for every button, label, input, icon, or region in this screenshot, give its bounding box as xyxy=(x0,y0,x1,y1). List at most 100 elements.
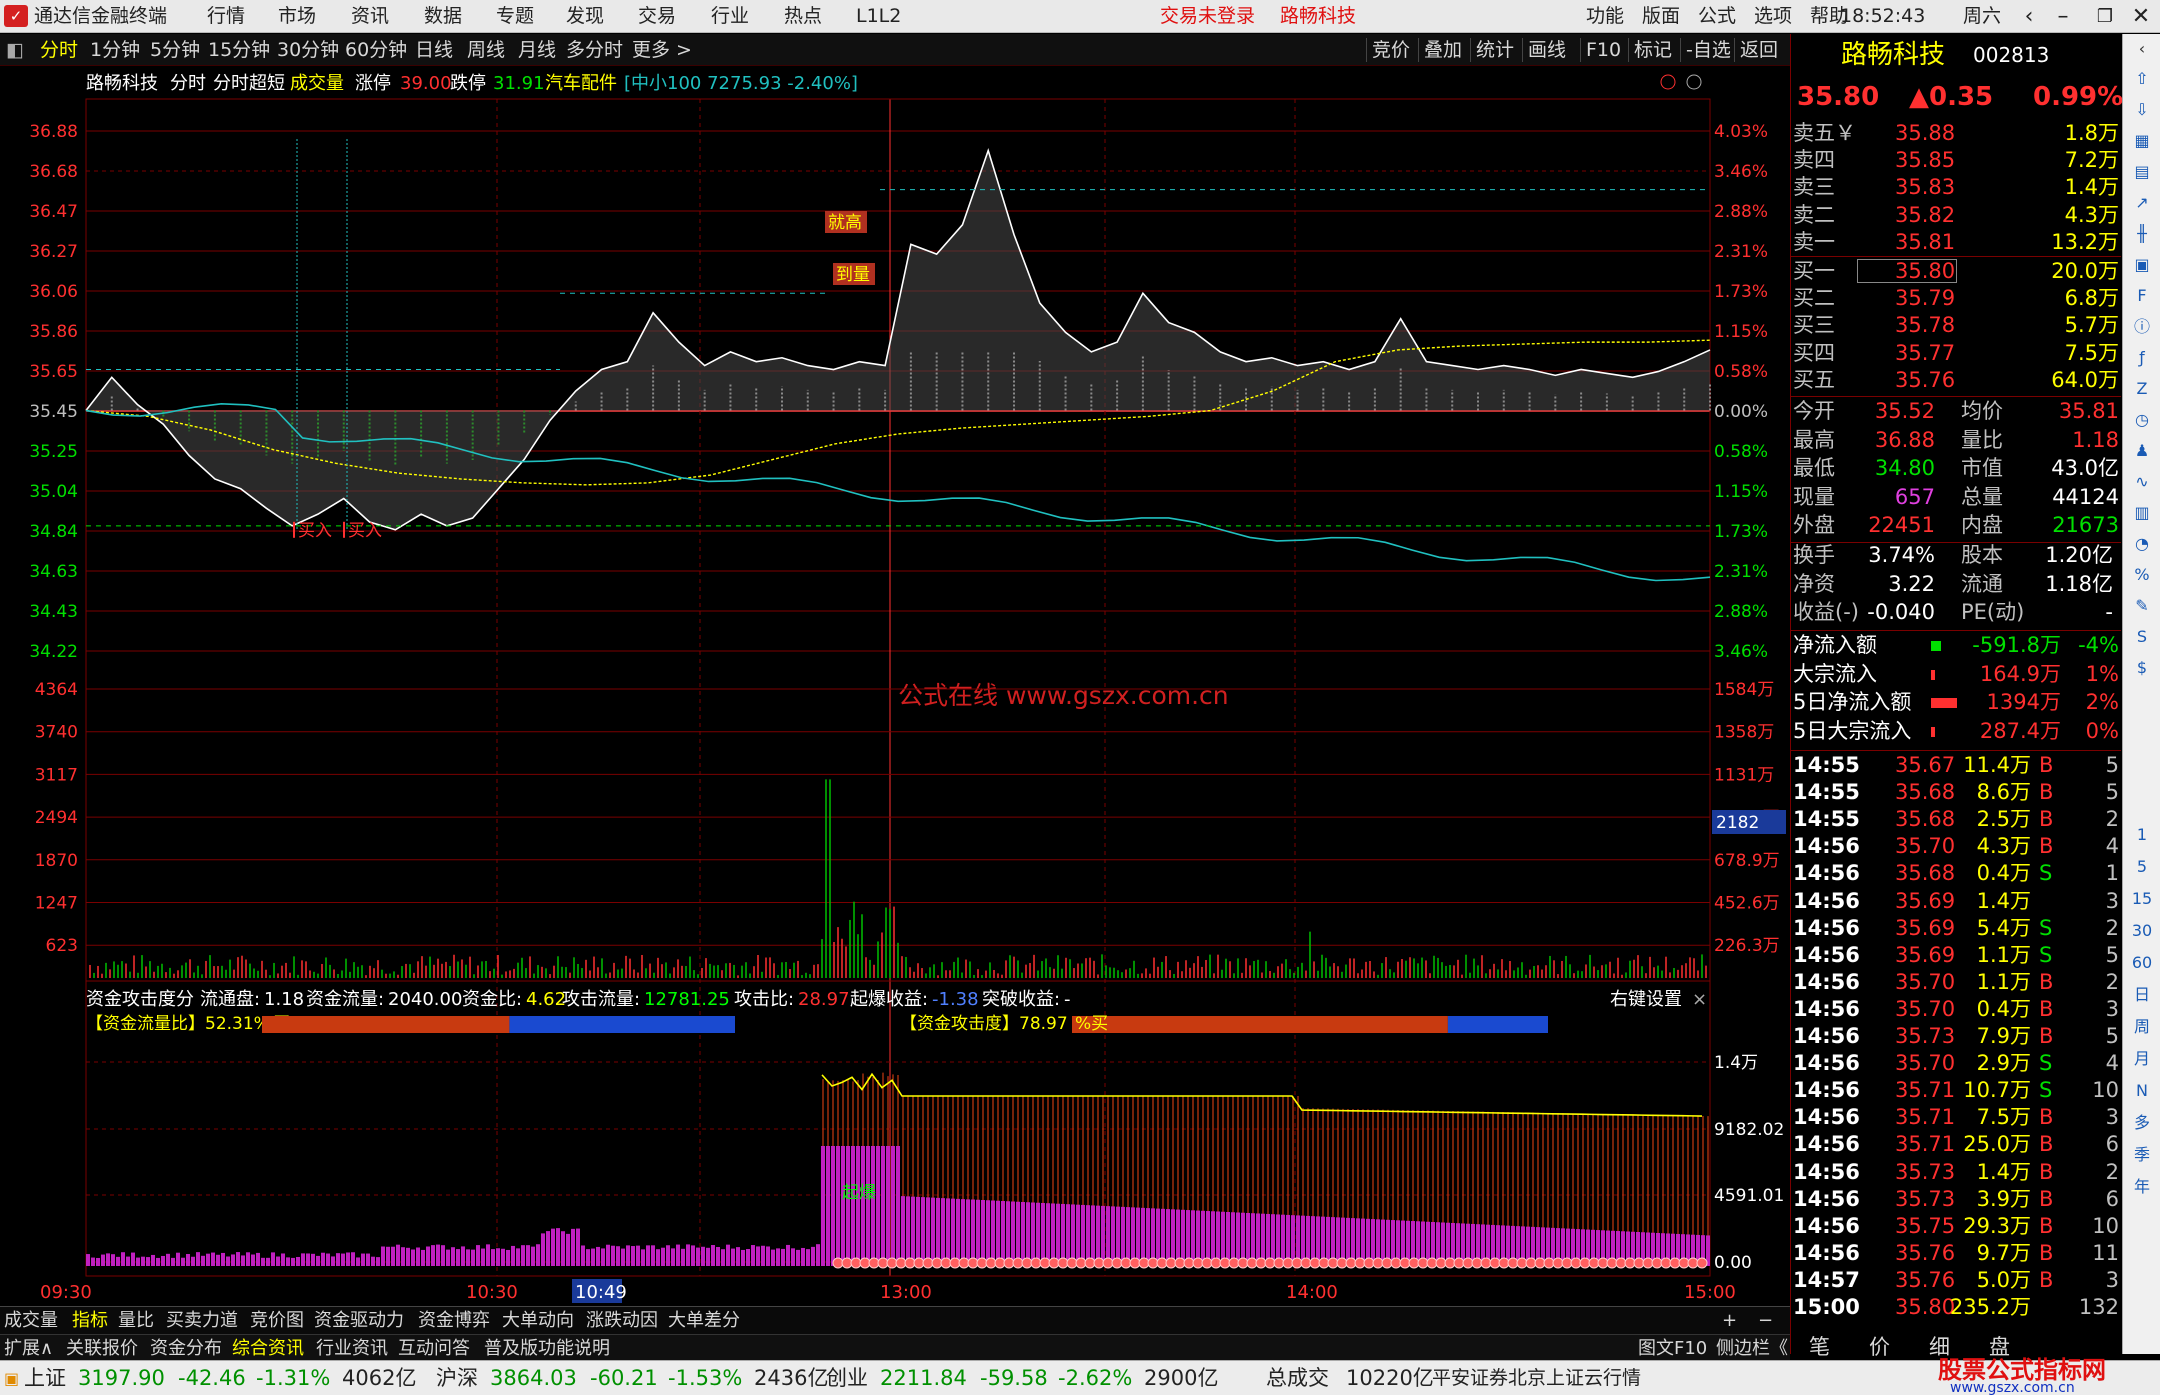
indicator-tab-7[interactable]: 大单动向 xyxy=(502,1307,574,1334)
menu-7[interactable]: 行业 xyxy=(711,0,749,33)
toolbar-btn-4[interactable]: F10 xyxy=(1586,34,1621,66)
toolbar-btn-0[interactable]: 竞价 xyxy=(1372,34,1410,66)
indicator-tab-2[interactable]: 量比 xyxy=(118,1307,154,1334)
indicator-tab-6[interactable]: 资金博弈 xyxy=(418,1307,490,1334)
side-period-10[interactable]: 季 xyxy=(2129,1144,2155,1166)
side-period-5[interactable]: 日 xyxy=(2129,984,2155,1006)
timeframe-10[interactable]: 更多 > xyxy=(632,34,692,66)
toolbar-btn-7[interactable]: 返回 xyxy=(1740,34,1778,66)
bar-icon[interactable]: ▥ xyxy=(2129,502,2155,524)
clock-icon[interactable]: ◷ xyxy=(2129,409,2155,431)
indicator-tab-4[interactable]: 竞价图 xyxy=(250,1307,304,1334)
side-period-7[interactable]: 月 xyxy=(2129,1048,2155,1070)
login-status[interactable]: 交易未登录 xyxy=(1160,0,1255,33)
side-period-11[interactable]: 年 xyxy=(2129,1176,2155,1198)
side-period-6[interactable]: 周 xyxy=(2129,1016,2155,1038)
ext-tab-1[interactable]: 关联报价 xyxy=(66,1335,138,1362)
timeframe-5[interactable]: 60分钟 xyxy=(345,34,407,66)
ask-price[interactable]: 35.83 xyxy=(1895,174,1955,201)
indicator-tab-3[interactable]: 买卖力道 xyxy=(166,1307,238,1334)
right-menu-0[interactable]: 功能 xyxy=(1586,0,1624,33)
menu-0[interactable]: 行情 xyxy=(207,0,245,33)
remove-panel-button[interactable]: − xyxy=(1758,1307,1773,1334)
panel-back-icon[interactable]: ‹ xyxy=(2129,38,2155,60)
kline-icon[interactable]: ╫ xyxy=(2129,223,2155,245)
right-menu-1[interactable]: 版面 xyxy=(1642,0,1680,33)
bid-price[interactable]: 35.80 xyxy=(1895,258,1955,285)
ask-price[interactable]: 35.82 xyxy=(1895,202,1955,229)
chart-icon[interactable]: ▦ xyxy=(2129,130,2155,152)
grid-icon[interactable]: ▤ xyxy=(2129,161,2155,183)
menu-3[interactable]: 数据 xyxy=(424,0,462,33)
side-period-3[interactable]: 30 xyxy=(2129,920,2155,942)
ext-tab-3[interactable]: 综合资讯 xyxy=(232,1335,304,1362)
side-period-9[interactable]: 多 xyxy=(2129,1112,2155,1134)
toolbar-btn-1[interactable]: 叠加 xyxy=(1424,34,1462,66)
trend-icon[interactable]: ↗ xyxy=(2129,192,2155,214)
ask-price[interactable]: 35.88 xyxy=(1895,120,1955,147)
right-menu-4[interactable]: 帮助 xyxy=(1810,0,1848,33)
side-period-1[interactable]: 5 xyxy=(2129,856,2155,878)
settings-link[interactable]: 右键设置 xyxy=(1610,989,1682,1010)
menu-4[interactable]: 专题 xyxy=(496,0,534,33)
indicator-tab-9[interactable]: 大单差分 xyxy=(668,1307,740,1334)
f10-icon[interactable]: F xyxy=(2129,285,2155,307)
toolbar-btn-6[interactable]: -自选 xyxy=(1686,34,1731,66)
menu-9[interactable]: L1L2 xyxy=(856,0,901,33)
indicator-tab-0[interactable]: 成交量 xyxy=(4,1307,58,1334)
info-icon[interactable]: ⓘ xyxy=(2129,316,2155,338)
quote-tab-0[interactable]: 笔 xyxy=(1801,1334,1851,1361)
ask-price[interactable]: 35.85 xyxy=(1895,147,1955,174)
status-box-icon[interactable]: ▣ xyxy=(4,1361,19,1395)
right-menu-2[interactable]: 公式 xyxy=(1698,0,1736,33)
menu-1[interactable]: 市场 xyxy=(278,0,316,33)
timeframe-2[interactable]: 5分钟 xyxy=(150,34,200,66)
side-period-2[interactable]: 15 xyxy=(2129,888,2155,910)
toolbar-btn-3[interactable]: 画线 xyxy=(1528,34,1566,66)
timeframe-1[interactable]: 1分钟 xyxy=(90,34,140,66)
bid-price[interactable]: 35.78 xyxy=(1895,312,1955,339)
ext-tab-6[interactable]: 普及版功能说明 xyxy=(484,1335,610,1362)
pen-icon[interactable]: ✎ xyxy=(2129,595,2155,617)
indicator-tab-5[interactable]: 资金驱动力 xyxy=(314,1307,404,1334)
menu-6[interactable]: 交易 xyxy=(638,0,676,33)
menu-2[interactable]: 资讯 xyxy=(351,0,389,33)
down-arrow-icon[interactable]: ⇩ xyxy=(2129,99,2155,121)
add-panel-button[interactable]: + xyxy=(1722,1307,1737,1334)
right-menu-3[interactable]: 选项 xyxy=(1754,0,1792,33)
back-arrow-icon[interactable]: ‹ xyxy=(2012,0,2046,33)
timeframe-4[interactable]: 30分钟 xyxy=(277,34,339,66)
up-arrow-icon[interactable]: ⇧ xyxy=(2129,68,2155,90)
restore-icon[interactable]: ❐ xyxy=(2088,0,2122,33)
side-period-0[interactable]: 1 xyxy=(2129,824,2155,846)
people-icon[interactable]: ♟ xyxy=(2129,440,2155,462)
f10-link[interactable]: 图文F10 xyxy=(1638,1335,1707,1362)
pie-icon[interactable]: ◔ xyxy=(2129,533,2155,555)
minimize-icon[interactable]: – xyxy=(2046,0,2080,33)
ext-tab-5[interactable]: 互动问答 xyxy=(398,1335,470,1362)
bid-price[interactable]: 35.76 xyxy=(1895,367,1955,394)
ext-tab-0[interactable]: 扩展∧ xyxy=(4,1335,53,1362)
ask-price[interactable]: 35.81 xyxy=(1895,229,1955,256)
quote-tab-1[interactable]: 价 xyxy=(1861,1334,1911,1361)
index-name[interactable]: 创业 xyxy=(826,1361,868,1395)
f-icon[interactable]: ƒ xyxy=(2129,347,2155,369)
intraday-chart[interactable]: 36.88 4.03% 36.68 3.46% 36.47 2.88% 36.27 2.31%… xyxy=(0,66,1790,1306)
side-period-4[interactable]: 60 xyxy=(2129,952,2155,974)
pct-icon[interactable]: % xyxy=(2129,564,2155,586)
ext-tab-2[interactable]: 资金分布 xyxy=(150,1335,222,1362)
sidebar-toggle[interactable]: 侧边栏《 xyxy=(1716,1335,1788,1362)
timeframe-8[interactable]: 月线 xyxy=(518,34,556,66)
menu-5[interactable]: 发现 xyxy=(566,0,604,33)
index-name[interactable]: 沪深 xyxy=(436,1361,478,1395)
money-icon[interactable]: $ xyxy=(2129,657,2155,679)
layout-toggle-icon[interactable]: ◧ xyxy=(6,34,24,66)
news-icon[interactable]: ▣ xyxy=(2129,254,2155,276)
close-icon[interactable]: ✕ xyxy=(2124,0,2158,33)
side-period-8[interactable]: N xyxy=(2129,1080,2155,1102)
menu-8[interactable]: 热点 xyxy=(784,0,822,33)
bid-price[interactable]: 35.77 xyxy=(1895,340,1955,367)
timeframe-7[interactable]: 周线 xyxy=(467,34,505,66)
indicator-tab-8[interactable]: 涨跌动因 xyxy=(586,1307,658,1334)
timeframe-0[interactable]: 分时 xyxy=(40,34,78,66)
